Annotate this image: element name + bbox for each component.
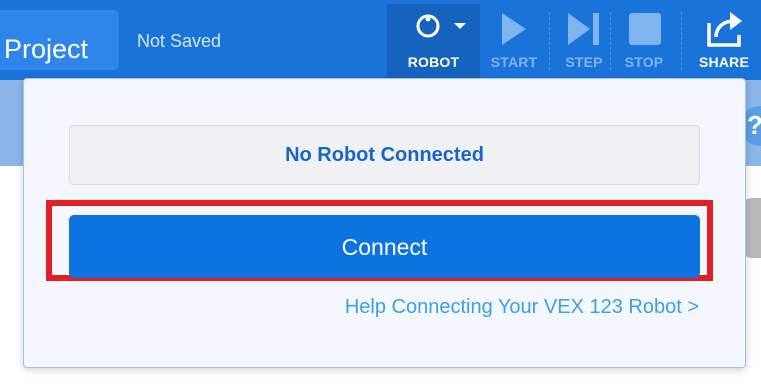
stop-button[interactable]: STOP bbox=[609, 4, 679, 80]
step-icon bbox=[568, 13, 599, 45]
help-connecting-link[interactable]: Help Connecting Your VEX 123 Robot > bbox=[284, 296, 699, 319]
robot-button[interactable]: ROBOT bbox=[387, 4, 480, 80]
start-button[interactable]: START bbox=[479, 4, 549, 80]
connect-button[interactable]: Connect bbox=[69, 215, 700, 278]
save-status: Not Saved bbox=[137, 31, 222, 51]
project-name-box[interactable]: Project bbox=[0, 10, 119, 70]
share-icon bbox=[707, 12, 742, 47]
connection-status-text: No Robot Connected bbox=[285, 144, 484, 166]
share-label: SHARE bbox=[698, 54, 749, 70]
start-label: START bbox=[490, 54, 538, 70]
robot-dropdown-panel: No Robot Connected Connect Help Connecti… bbox=[23, 78, 746, 368]
stop-label: STOP bbox=[624, 54, 664, 70]
top-toolbar: Project Not Saved ROBOT START STEP STOP bbox=[0, 0, 761, 80]
play-icon bbox=[502, 13, 526, 45]
question-icon: ? bbox=[747, 110, 761, 141]
stop-icon bbox=[629, 13, 661, 45]
robot-connection-icon bbox=[416, 14, 440, 38]
caret-down-icon bbox=[454, 23, 466, 29]
connection-status-box: No Robot Connected bbox=[69, 125, 700, 185]
share-button[interactable]: SHARE bbox=[689, 4, 759, 80]
toolbar-divider bbox=[681, 12, 682, 70]
project-name[interactable]: Project bbox=[4, 34, 88, 64]
robot-label: ROBOT bbox=[407, 54, 460, 70]
